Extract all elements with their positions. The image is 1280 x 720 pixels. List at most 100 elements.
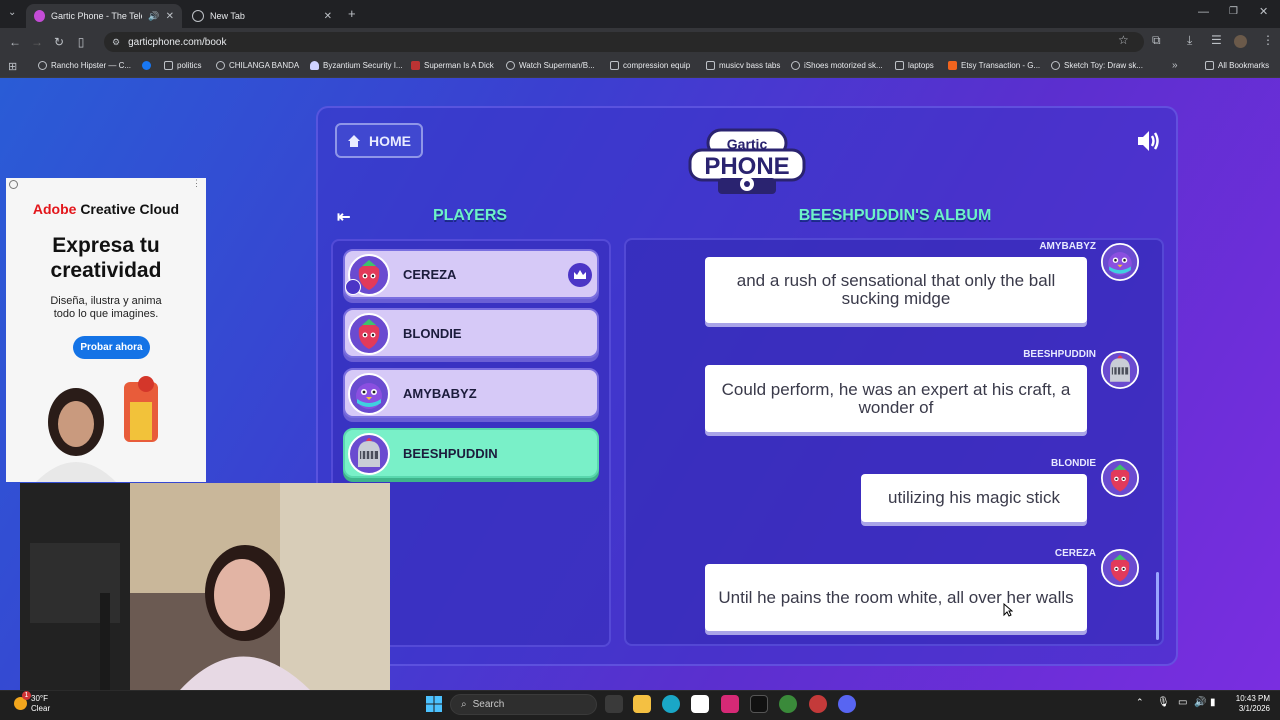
taskbar-clock[interactable]: 10:43 PM 3/1/2026 (1226, 694, 1270, 714)
ad-cta-button[interactable]: Probar ahora (73, 336, 150, 359)
bookmark-item[interactable]: Superman Is A Dick (411, 61, 494, 70)
media-icon[interactable]: ☰ (1211, 33, 1222, 47)
search-icon: ⌕ (461, 699, 467, 710)
bookmark-folder[interactable]: laptops (895, 61, 934, 70)
tab-title: New Tab (210, 11, 245, 21)
file-explorer-icon[interactable] (633, 695, 651, 713)
microphone-icon[interactable]: 🎙 (1157, 697, 1170, 708)
bell-icon (310, 61, 319, 70)
album-entry-text: Could perform, he was an expert at his c… (705, 365, 1087, 432)
bookmarks-overflow-icon[interactable]: » (1172, 60, 1178, 71)
windows-start-icon[interactable] (426, 696, 442, 712)
restore-icon[interactable]: ❐ (1229, 6, 1238, 17)
instagram-icon[interactable] (721, 695, 739, 713)
tray-chevron-icon[interactable]: ⌃ (1136, 697, 1144, 708)
network-icon[interactable]: ▭ (1178, 697, 1187, 708)
player-name: CEREZA (403, 266, 457, 282)
players-heading: PLAYERS (432, 207, 508, 224)
reload-icon[interactable]: ↻ (48, 35, 70, 49)
tab-gartic[interactable]: Gartic Phone - The Telepho 🔊 ✕ (26, 4, 182, 28)
tab-audio-icon[interactable]: 🔊 (148, 11, 159, 22)
close-tab-icon[interactable]: ✕ (166, 11, 174, 22)
close-tab-icon[interactable]: ✕ (324, 11, 332, 22)
collapse-arrow-icon[interactable]: ⇤ (337, 207, 350, 227)
bookmark-item[interactable]: Etsy Transaction - G... (948, 61, 1040, 70)
player-name: AMYBABYZ (403, 385, 477, 401)
bookmark-item[interactable]: iShoes motorized sk... (791, 61, 883, 70)
album-author: AMYBABYZ (1039, 241, 1096, 252)
back-icon[interactable]: ← (4, 35, 26, 49)
bird-avatar-icon (348, 373, 390, 415)
url-text: garticphone.com/book (128, 36, 227, 48)
player-card-amybabyz[interactable]: AMYBABYZ (343, 368, 599, 418)
amazon-icon[interactable] (691, 695, 709, 713)
bookmark-star-icon[interactable]: ☆ (1118, 33, 1129, 47)
tab-new-tab[interactable]: New Tab ✕ (184, 4, 340, 28)
clock-time: 10:43 PM (1235, 694, 1270, 703)
apps-icon[interactable]: ⊞ (8, 60, 17, 73)
minimize-icon[interactable]: — (1198, 6, 1209, 18)
extensions-icon[interactable]: ⧉ (1152, 33, 1161, 48)
bookmark-folder[interactable]: compression equip (610, 61, 690, 70)
new-tab-icon[interactable]: + (348, 6, 356, 21)
folder-icon (895, 61, 904, 70)
chrome-profile-icon[interactable] (809, 695, 827, 713)
weather-widget[interactable]: 30°F Clear (14, 694, 50, 714)
discord-icon[interactable] (838, 695, 856, 713)
menu-icon[interactable]: ⋮ (1262, 33, 1274, 47)
album-entry-text: utilizing his magic stick (861, 474, 1087, 522)
player-name: BEESHPUDDIN (403, 445, 498, 461)
folder-icon (706, 61, 715, 70)
album-entry-text: Until he pains the room white, all over … (705, 564, 1087, 631)
ad-illustration (6, 372, 206, 482)
home-label: HOME (369, 132, 411, 149)
album-scrollbar[interactable] (1156, 572, 1159, 640)
site-icon (411, 61, 420, 70)
globe-icon (192, 10, 204, 22)
etsy-icon (948, 61, 957, 70)
forward-icon[interactable]: → (26, 35, 48, 49)
bookmark-item[interactable]: Watch Superman/B... (506, 61, 595, 70)
profile-avatar[interactable] (1234, 35, 1247, 48)
globe-icon (1051, 61, 1060, 70)
bookmark-item[interactable]: Byzantium Security I... (310, 61, 403, 70)
reading-mode-icon[interactable]: ▯ (70, 35, 92, 49)
gartic-favicon-icon (34, 10, 45, 22)
webcam-overlay (20, 483, 390, 690)
ad-close-icon[interactable]: ⋮ (192, 178, 201, 189)
chrome-icon[interactable] (779, 695, 797, 713)
logo-bottom-text: PHONE (704, 153, 789, 180)
facebook-icon (142, 61, 151, 70)
bird-avatar-icon (1101, 243, 1139, 281)
bookmark-item[interactable]: CHILANGA BANDA (216, 61, 299, 70)
bookmark-item[interactable]: Sketch Toy: Draw sk... (1051, 61, 1143, 70)
x-icon[interactable] (750, 695, 768, 713)
all-bookmarks-folder[interactable]: All Bookmarks (1205, 61, 1269, 70)
tab-search-icon[interactable]: ⌄ (8, 7, 16, 18)
player-card-cereza[interactable]: CEREZA (343, 249, 599, 299)
bookmark-folder[interactable]: musicv bass tabs (706, 61, 780, 70)
player-card-blondie[interactable]: BLONDIE (343, 308, 599, 358)
edge-icon[interactable] (662, 695, 680, 713)
home-button[interactable]: HOME (335, 123, 423, 158)
player-card-beeshpuddin[interactable]: BEESHPUDDIN (343, 428, 599, 478)
task-view-icon[interactable] (605, 695, 623, 713)
site-info-icon[interactable]: ⚙ (112, 37, 120, 48)
battery-icon[interactable]: ▮ (1210, 697, 1216, 708)
bookmark-folder[interactable]: politics (164, 61, 201, 70)
address-bar[interactable]: ⚙ garticphone.com/book (104, 32, 1144, 52)
taskbar-search[interactable]: ⌕ Search (450, 694, 597, 715)
globe-icon (506, 61, 515, 70)
download-icon[interactable]: ⤓ (1187, 33, 1192, 48)
browser-tabstrip: ⌄ Gartic Phone - The Telepho 🔊 ✕ New Tab… (0, 0, 1280, 28)
knight-avatar-icon (1101, 351, 1139, 389)
volume-icon[interactable]: 🔊 (1194, 697, 1206, 708)
ad-info-icon[interactable] (9, 180, 18, 189)
close-window-icon[interactable]: ✕ (1259, 5, 1268, 18)
bookmark-item[interactable]: Rancho Hipster — C... (38, 61, 131, 70)
clock-date: 3/1/2026 (1238, 704, 1270, 713)
tab-title: Gartic Phone - The Telepho (50, 11, 142, 21)
bookmark-item[interactable] (142, 61, 151, 70)
speaker-icon[interactable] (1136, 128, 1162, 154)
adobe-ad[interactable]: ⋮ Adobe Creative Cloud Expresa tu creati… (6, 178, 206, 482)
